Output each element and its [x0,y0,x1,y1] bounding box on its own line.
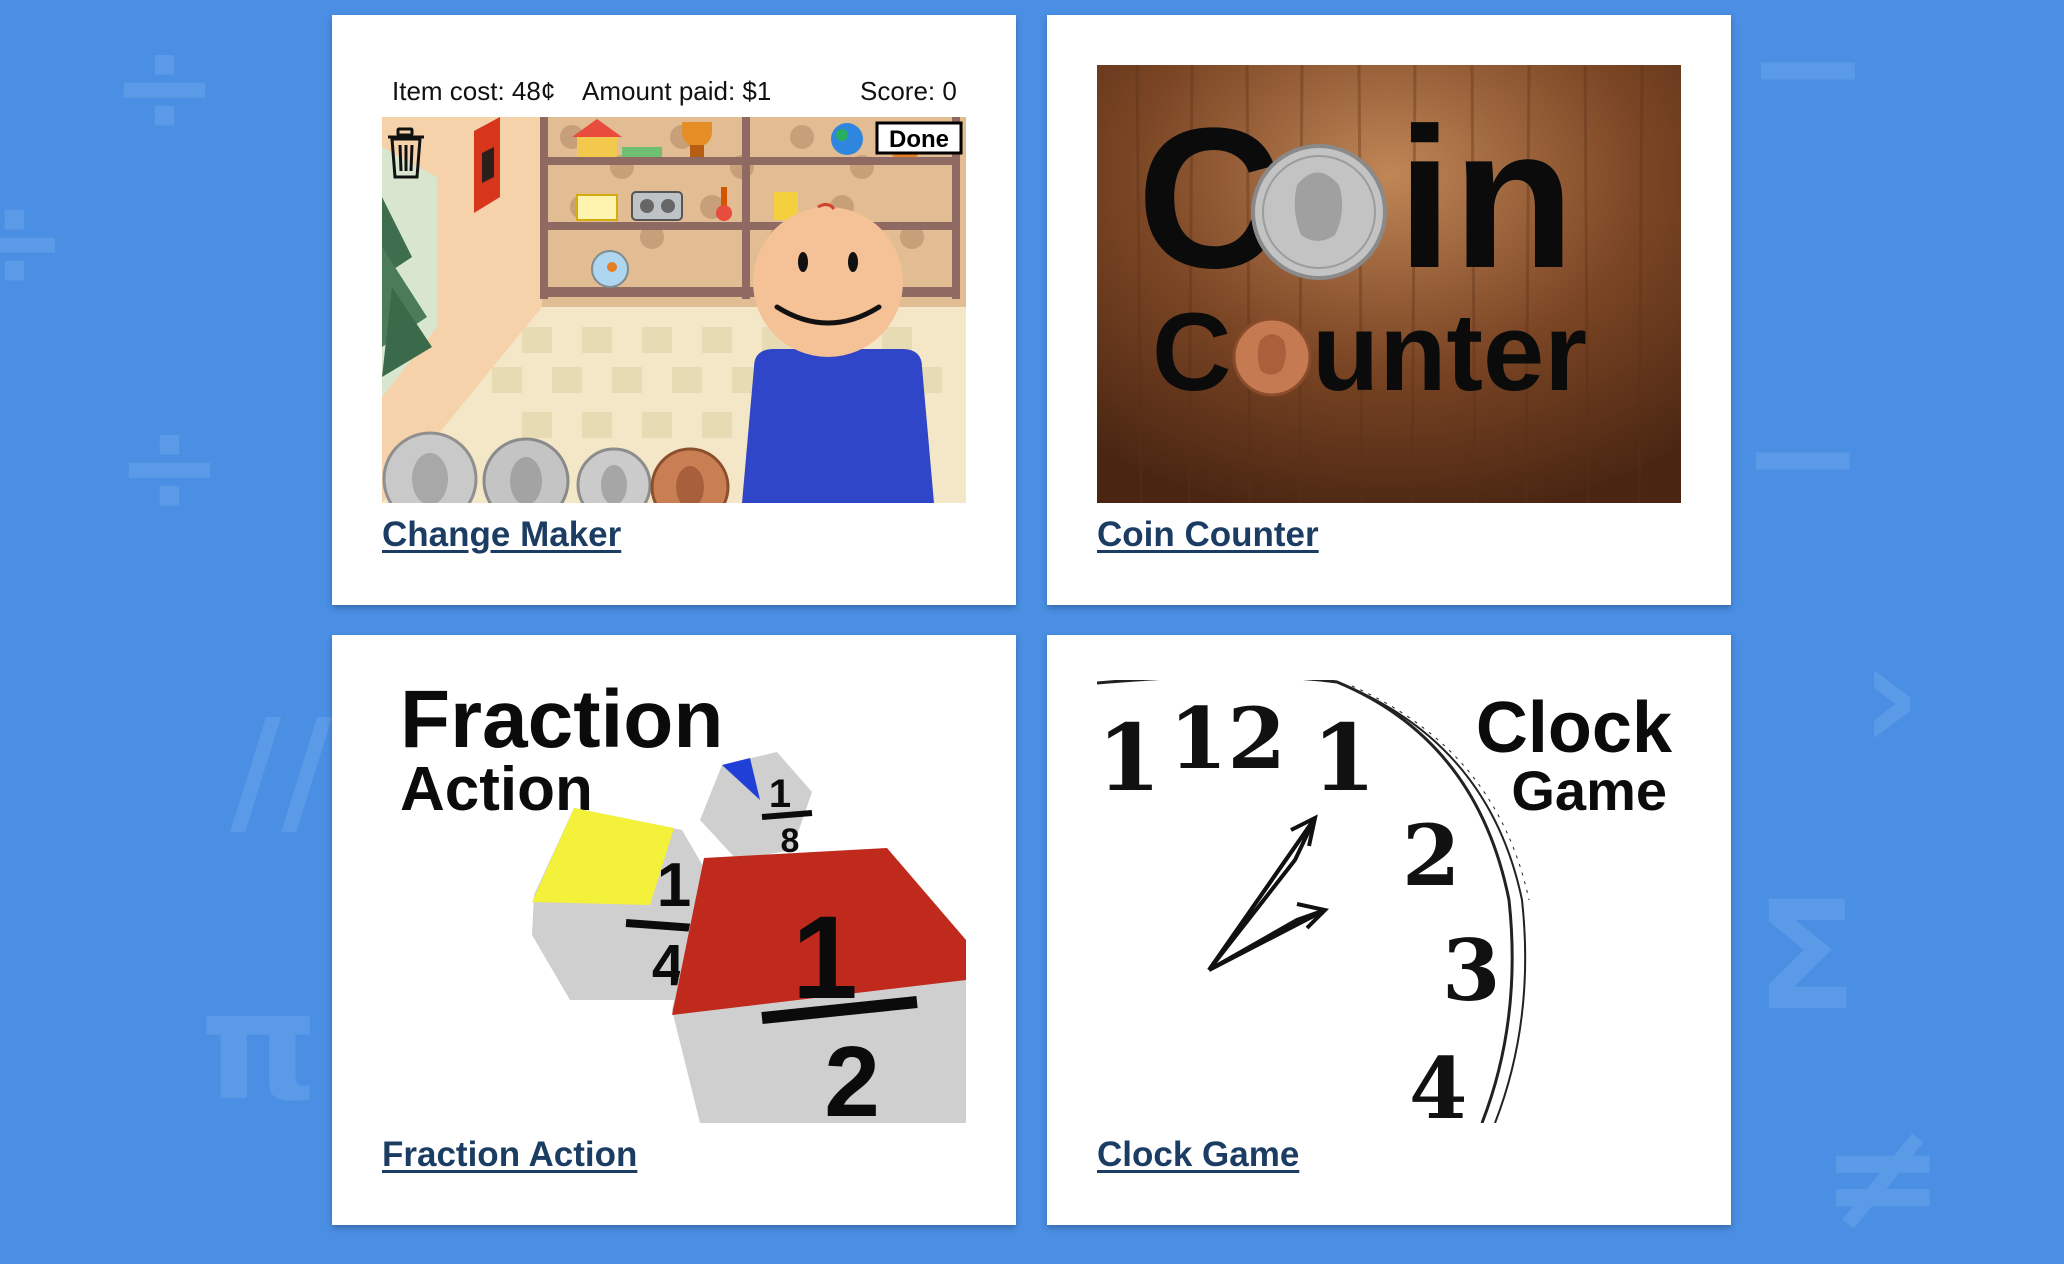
clock-numeral-12: 12 [1169,689,1286,788]
clock-numeral-4: 4 [1409,1039,1467,1123]
penny-coin-icon [1232,317,1312,397]
counter-title-letter-c: C [1152,291,1231,414]
clock-title-line1: Clock [1476,688,1673,768]
background-minus-symbol: − [1745,0,1871,154]
change-maker-thumbnail[interactable]: Item cost: 48¢ Amount paid: $1 Score: 0 [382,65,966,503]
counter-title-letters-unter: unter [1312,291,1587,414]
background-divide-symbol: ÷ [110,10,219,162]
amount-paid-label: Amount paid: $1 [582,76,771,106]
background-divide-symbol: ÷ [115,390,224,542]
score-label: Score: 0 [860,76,957,106]
background-divide-symbol: ÷ [0,165,69,317]
clock-game-link[interactable]: Clock Game [1097,1135,1299,1175]
svg-text:1: 1 [657,851,691,920]
game-card-fraction-action: Fraction Action 1 8 1 4 1 2 Fraction Act… [332,635,1016,1225]
clock-numeral-2: 2 [1402,806,1460,905]
clock-game-thumbnail[interactable]: 1 12 1 2 3 4 Clock Game [1097,680,1681,1123]
background-parallel-symbol: // [230,690,333,853]
svg-text:1: 1 [769,772,791,816]
game-card-clock-game: 1 12 1 2 3 4 Clock Game Clock Game [1047,635,1731,1225]
quarter-coin-icon [1251,144,1387,280]
coin-counter-thumbnail[interactable]: C in C unter [1097,65,1681,503]
fraction-title-line1: Fraction [400,680,723,765]
fraction-title-line2: Action [400,755,593,824]
background-minus-symbol: − [1740,370,1866,544]
background-sigma-symbol: Σ [1755,870,1858,1044]
svg-text:2: 2 [824,1026,880,1123]
item-cost-label: Item cost: 48¢ [392,76,555,106]
trash-icon[interactable] [388,127,424,179]
svg-text:Done: Done [889,126,949,153]
background-chevron-symbol: › [1860,610,1922,784]
coin-counter-link[interactable]: Coin Counter [1097,515,1319,555]
fraction-action-link[interactable]: Fraction Action [382,1135,637,1175]
clock-numeral-3: 3 [1442,921,1500,1020]
half-fraction-tile: 1 2 [672,848,966,1123]
fraction-action-thumbnail[interactable]: Fraction Action 1 8 1 4 1 2 [382,680,966,1123]
clock-title-line2: Game [1511,759,1667,822]
change-maker-link[interactable]: Change Maker [382,515,621,555]
background-pi-symbol: π [200,960,319,1134]
coin-title-letters-in: in [1397,87,1575,310]
clock-numeral-11: 1 [1097,704,1161,812]
game-card-coin-counter: C in C unter Coin Counter [1047,15,1731,605]
game-card-change-maker: Item cost: 48¢ Amount paid: $1 Score: 0 [332,15,1016,605]
clock-numeral-1: 1 [1312,704,1376,812]
done-button[interactable]: Done [875,121,963,155]
